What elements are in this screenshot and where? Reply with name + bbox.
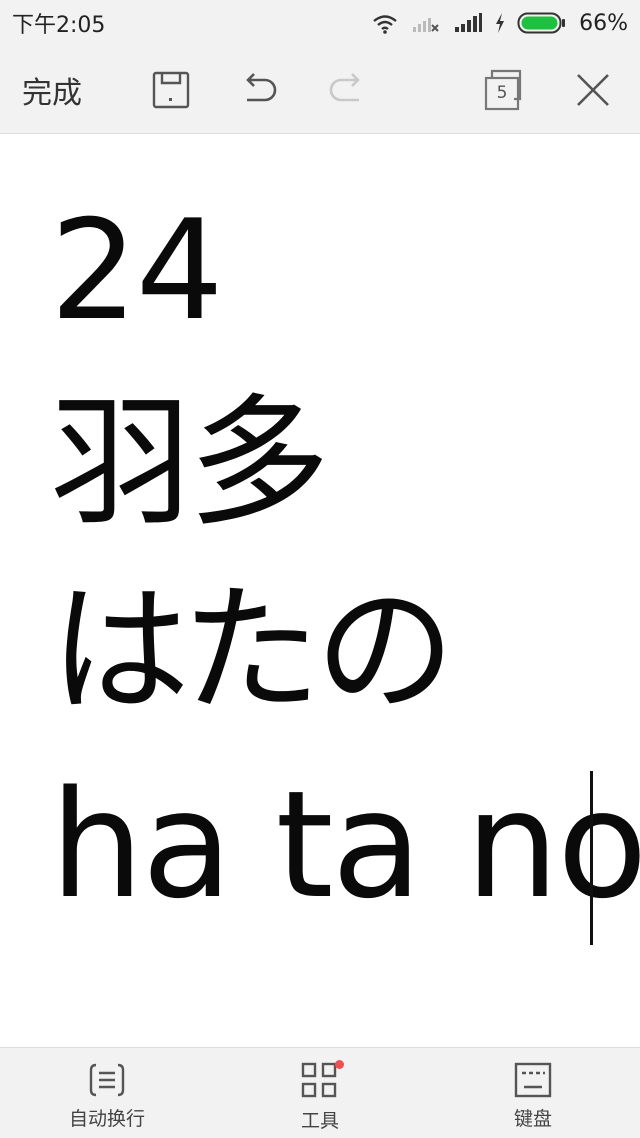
text-line: はたの bbox=[50, 570, 455, 733]
status-bar: 下午2:05 66% bbox=[0, 0, 640, 46]
no-signal-icon bbox=[413, 18, 439, 32]
battery-percent: 66% bbox=[579, 10, 628, 36]
note-text-area[interactable]: 24 羽多 はたの ha ta no bbox=[0, 135, 640, 1047]
tools-grid-icon bbox=[301, 1062, 337, 1098]
note-editor-screen: 下午2:05 66% 完成 5 24 羽多 はたの ha ta no 自动换行 … bbox=[0, 0, 640, 1138]
status-time: 下午2:05 bbox=[12, 13, 106, 38]
tools-label: 工具 bbox=[300, 1110, 339, 1132]
auto-wrap-label: 自动换行 bbox=[68, 1108, 145, 1130]
text-line: 羽多 bbox=[50, 381, 330, 546]
text-wrap-icon bbox=[89, 1063, 125, 1097]
redo-icon bbox=[329, 73, 360, 102]
battery-icon bbox=[517, 12, 566, 34]
text-line: 24 bbox=[50, 190, 224, 351]
close-button[interactable] bbox=[568, 46, 618, 134]
save-icon bbox=[152, 71, 190, 109]
tools-button[interactable]: 工具 bbox=[250, 1048, 390, 1138]
keyboard-icon bbox=[514, 1062, 552, 1098]
notification-dot bbox=[335, 1060, 344, 1069]
undo-button[interactable] bbox=[234, 46, 284, 134]
wifi-icon bbox=[373, 15, 397, 34]
tools-icon-wrap bbox=[301, 1048, 344, 1100]
status-icons: 66% bbox=[371, 11, 628, 36]
text-line: ha ta no bbox=[50, 759, 640, 931]
keyboard-button[interactable]: 键盘 bbox=[463, 1048, 603, 1138]
done-button[interactable]: 完成 bbox=[22, 46, 112, 134]
editor-toolbar: 完成 5 bbox=[0, 46, 640, 134]
bottom-toolbar: 自动换行 工具 键盘 bbox=[0, 1047, 640, 1138]
pages-icon-wrap: 5 bbox=[484, 69, 526, 111]
page-count: 5 bbox=[496, 83, 508, 103]
undo-icon bbox=[246, 73, 277, 102]
signal-strength-icon bbox=[455, 13, 483, 32]
keyboard-label: 键盘 bbox=[513, 1108, 552, 1130]
pages-button[interactable]: 5 bbox=[480, 46, 530, 134]
redo-button[interactable] bbox=[322, 46, 372, 134]
close-icon bbox=[577, 74, 609, 106]
text-cursor bbox=[590, 771, 593, 945]
save-button[interactable] bbox=[146, 46, 196, 134]
auto-wrap-button[interactable]: 自动换行 bbox=[37, 1048, 177, 1138]
charging-icon bbox=[496, 13, 505, 33]
